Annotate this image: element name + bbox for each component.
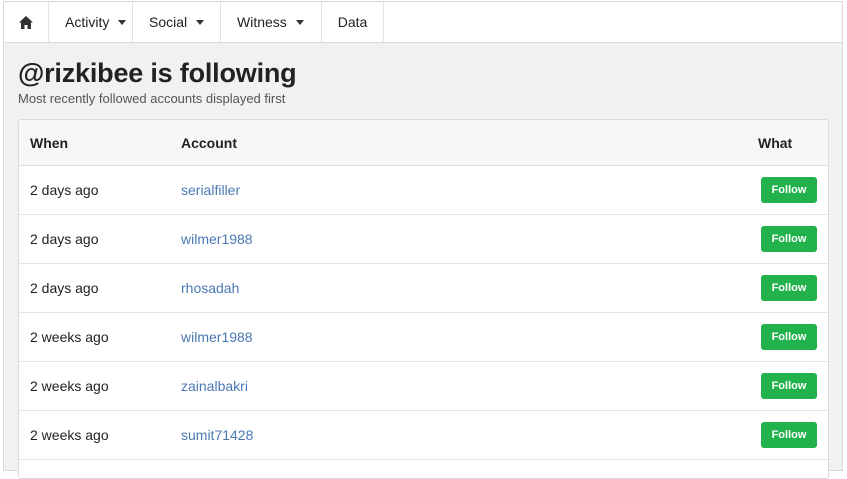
follow-button[interactable]: Follow bbox=[761, 422, 817, 448]
nav-home[interactable] bbox=[4, 2, 49, 42]
account-link[interactable]: wilmer1988 bbox=[181, 231, 253, 247]
account-link[interactable]: serialfiller bbox=[181, 182, 240, 198]
page-frame: Activity Social Witness Data @rizkibee i… bbox=[3, 1, 843, 479]
table-row: 2 days ago serialfiller Follow bbox=[19, 166, 828, 215]
caret-down-icon bbox=[118, 19, 127, 25]
nav-social[interactable]: Social bbox=[133, 2, 221, 42]
header-when: When bbox=[30, 134, 69, 151]
nav-witness-label: Witness bbox=[237, 14, 287, 30]
follow-button[interactable]: Follow bbox=[761, 275, 817, 301]
nav-activity-label: Activity bbox=[65, 14, 110, 30]
following-table: When Account What 2 days ago serialfille… bbox=[18, 119, 829, 479]
account-link[interactable]: zainalbakri bbox=[181, 378, 248, 394]
page-title: @rizkibee is following bbox=[18, 58, 297, 88]
account-link[interactable]: sumit71428 bbox=[181, 427, 253, 443]
row-when: 2 weeks ago bbox=[30, 378, 109, 394]
nav-witness[interactable]: Witness bbox=[221, 2, 322, 42]
nav-social-label: Social bbox=[149, 14, 188, 30]
row-when: 2 days ago bbox=[30, 182, 99, 198]
row-when: 2 days ago bbox=[30, 280, 99, 296]
table-row: 2 weeks ago wilmer1988 Follow bbox=[19, 313, 828, 362]
account-link[interactable]: wilmer1988 bbox=[181, 329, 253, 345]
caret-down-icon bbox=[196, 19, 205, 25]
follow-button[interactable]: Follow bbox=[761, 324, 817, 350]
nav-activity[interactable]: Activity bbox=[49, 2, 133, 42]
row-when: 2 days ago bbox=[30, 231, 99, 247]
row-when: 2 weeks ago bbox=[30, 427, 109, 443]
table-row: 2 weeks ago zainalbakri Follow bbox=[19, 362, 828, 411]
table-row: 2 weeks ago sumit71428 Follow bbox=[19, 411, 828, 460]
caret-down-icon bbox=[295, 19, 304, 25]
follow-button[interactable]: Follow bbox=[761, 373, 817, 399]
account-link[interactable]: rhosadah bbox=[181, 280, 239, 296]
table-header: When Account What bbox=[19, 120, 828, 166]
table-row: 2 days ago wilmer1988 Follow bbox=[19, 215, 828, 264]
follow-button[interactable]: Follow bbox=[761, 177, 817, 203]
home-icon bbox=[19, 15, 33, 29]
nav-data-label: Data bbox=[337, 14, 368, 30]
header-account: Account bbox=[181, 134, 237, 151]
table-row: 2 days ago rhosadah Follow bbox=[19, 264, 828, 313]
page-subtitle: Most recently followed accounts displaye… bbox=[18, 91, 286, 106]
nav-data[interactable]: Data bbox=[322, 2, 384, 42]
header-what: What bbox=[758, 134, 793, 151]
page-header: @rizkibee is following Most recently fol… bbox=[4, 43, 842, 106]
top-navbar: Activity Social Witness Data bbox=[4, 2, 842, 43]
follow-button[interactable]: Follow bbox=[761, 226, 817, 252]
row-when: 2 weeks ago bbox=[30, 329, 109, 345]
